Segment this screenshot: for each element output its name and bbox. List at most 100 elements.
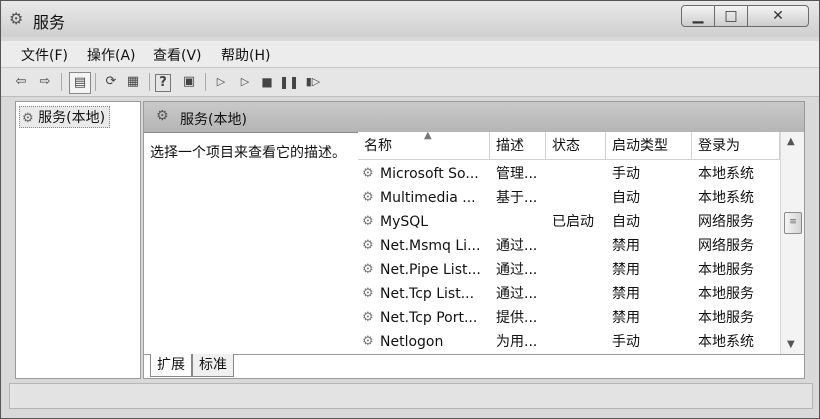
menu-view[interactable]: 查看(V) xyxy=(153,45,202,65)
forward-icon[interactable]: ⇨ xyxy=(35,72,55,92)
service-status xyxy=(552,186,606,210)
minimize-button[interactable]: ▁ xyxy=(681,5,715,27)
service-desc xyxy=(496,210,546,234)
menu-help[interactable]: 帮助(H) xyxy=(221,45,270,65)
service-desc: 通过... xyxy=(496,262,538,278)
maximize-button[interactable]: □ xyxy=(714,5,748,27)
column-header-label: 名称 xyxy=(364,138,392,154)
service-gear-icon: ⚙ xyxy=(362,214,374,229)
toolbar: ⇦ ⇨ ▤ ⟳ ▦ ? ▣ ▷ ▷ ■ ❚❚ ▮▷ xyxy=(1,67,819,97)
table-row[interactable]: ⚙ MySQL 已启动 自动 网络服务 xyxy=(358,210,778,234)
services-window: ⚙ 服务 ▁ □ ✕ 文件(F) 操作(A) 查看(V) 帮助(H) ⇦ ⇨ ▤… xyxy=(0,0,820,419)
table-row[interactable]: ⚙ Net.Pipe List... 通过... 禁用 本地服务 xyxy=(358,258,778,282)
column-header-label: 登录为 xyxy=(698,138,740,154)
service-logon: 本地服务 xyxy=(698,262,754,278)
column-header-logon-as[interactable]: 登录为 xyxy=(692,132,780,160)
menu-bar: 文件(F) 操作(A) 查看(V) 帮助(H) xyxy=(1,41,819,67)
maximize-icon: □ xyxy=(724,8,738,24)
tree-item-services-local[interactable]: ⚙ 服务(本地) xyxy=(19,106,111,128)
service-gear-icon: ⚙ xyxy=(362,310,374,325)
help-icon[interactable]: ? xyxy=(155,74,171,92)
service-startup-type: 手动 xyxy=(612,166,640,182)
vertical-scrollbar[interactable]: ▲ ≡ ▼ xyxy=(780,132,804,354)
service-gear-icon: ⚙ xyxy=(362,286,374,301)
close-button[interactable]: ✕ xyxy=(747,5,809,27)
back-icon[interactable]: ⇦ xyxy=(11,72,31,92)
table-row[interactable]: ⚙ Net.Msmq Li... 通过... 禁用 网络服务 xyxy=(358,234,778,258)
panel-header: ⚙ 服务(本地) xyxy=(144,102,804,133)
column-header-startup-type[interactable]: 启动类型 xyxy=(606,132,692,160)
column-header-label: 状态 xyxy=(552,138,580,154)
service-desc: 为用... xyxy=(496,334,538,350)
tab-extended[interactable]: 扩展 xyxy=(150,354,192,377)
service-name: Net.Tcp List... xyxy=(380,286,475,302)
view-tabs: 扩展 标准 xyxy=(144,354,804,378)
table-row[interactable]: ⚙ Netlogon 为用... 手动 本地系统 xyxy=(358,330,778,354)
service-logon: 网络服务 xyxy=(698,238,754,254)
service-desc: 管理... xyxy=(496,166,538,182)
services-panel: ⚙ 服务(本地) 选择一个项目来查看它的描述。 ▲ 名称 描述 状态 启动类型 … xyxy=(143,101,805,379)
table-row[interactable]: ⚙ Multimedia ... 基于... 自动 本地系统 xyxy=(358,186,778,210)
service-startup-type: 自动 xyxy=(612,190,640,206)
service-logon: 本地系统 xyxy=(698,334,754,350)
title-bar[interactable]: ⚙ 服务 ▁ □ ✕ xyxy=(1,1,819,37)
toolbar-divider xyxy=(95,73,96,91)
tree-item-label: 服务(本地) xyxy=(38,110,106,126)
column-header-label: 启动类型 xyxy=(612,138,668,154)
service-status xyxy=(552,330,606,354)
service-startup-type: 禁用 xyxy=(612,310,640,326)
services-gear-icon: ⚙ xyxy=(156,108,169,124)
services-list: ▲ 名称 描述 状态 启动类型 登录为 ⚙ Microsoft So... 管理… xyxy=(358,130,804,354)
scroll-down-icon[interactable]: ▼ xyxy=(787,339,795,350)
service-gear-icon: ⚙ xyxy=(362,262,374,277)
minimize-icon: ▁ xyxy=(692,8,704,24)
service-description: 选择一个项目来查看它的描述。 xyxy=(150,145,346,161)
sort-ascending-icon: ▲ xyxy=(424,130,432,141)
toolbar-divider xyxy=(61,73,62,91)
service-status: 已启动 xyxy=(552,214,594,230)
console-tree-icon[interactable]: ▤ xyxy=(69,72,91,94)
tab-standard[interactable]: 标准 xyxy=(192,354,234,377)
start-icon[interactable]: ▷ xyxy=(211,72,231,92)
service-status xyxy=(552,306,606,330)
refresh-icon[interactable]: ⟳ xyxy=(101,72,121,92)
service-name: MySQL xyxy=(380,214,429,230)
table-row[interactable]: ⚙ Net.Tcp List... 通过... 禁用 本地服务 xyxy=(358,282,778,306)
menu-file[interactable]: 文件(F) xyxy=(21,45,68,65)
service-startup-type: 自动 xyxy=(612,214,640,230)
service-gear-icon: ⚙ xyxy=(362,190,374,205)
window-title: 服务 xyxy=(33,13,66,32)
scroll-up-icon[interactable]: ▲ xyxy=(787,136,795,147)
service-status xyxy=(552,162,606,186)
column-header-label: 描述 xyxy=(496,138,524,154)
service-logon: 本地系统 xyxy=(698,190,754,206)
menu-action[interactable]: 操作(A) xyxy=(87,45,136,65)
service-gear-icon: ⚙ xyxy=(362,334,374,349)
service-name: Netlogon xyxy=(380,334,444,350)
service-name: Net.Pipe List... xyxy=(380,262,481,278)
service-gear-icon: ⚙ xyxy=(362,238,374,253)
service-startup-type: 手动 xyxy=(612,334,640,350)
service-status xyxy=(552,282,606,306)
toolbar-divider xyxy=(205,73,206,91)
table-row[interactable]: ⚙ Microsoft So... 管理... 手动 本地系统 xyxy=(358,162,778,186)
service-name: Net.Tcp Port... xyxy=(380,310,478,326)
service-startup-type: 禁用 xyxy=(612,238,640,254)
service-logon: 本地服务 xyxy=(698,286,754,302)
stop-icon[interactable]: ■ xyxy=(257,72,277,92)
column-header-description[interactable]: 描述 xyxy=(490,132,546,160)
table-row[interactable]: ⚙ Net.Tcp Port... 提供... 禁用 本地服务 xyxy=(358,306,778,330)
service-startup-type: 禁用 xyxy=(612,286,640,302)
scroll-thumb[interactable]: ≡ xyxy=(784,212,802,234)
service-logon: 本地服务 xyxy=(698,310,754,326)
pause-icon[interactable]: ❚❚ xyxy=(279,72,299,92)
restart-icon[interactable]: ▮▷ xyxy=(303,72,323,92)
column-header-status[interactable]: 状态 xyxy=(546,132,606,160)
start-alt-icon[interactable]: ▷ xyxy=(235,72,255,92)
service-desc: 提供... xyxy=(496,310,538,326)
export-list-icon[interactable]: ▦ xyxy=(123,72,143,92)
properties-icon[interactable]: ▣ xyxy=(179,72,199,92)
column-header-name[interactable]: ▲ 名称 xyxy=(358,130,490,160)
console-tree: ⚙ 服务(本地) xyxy=(15,101,141,379)
status-bar xyxy=(9,383,813,409)
